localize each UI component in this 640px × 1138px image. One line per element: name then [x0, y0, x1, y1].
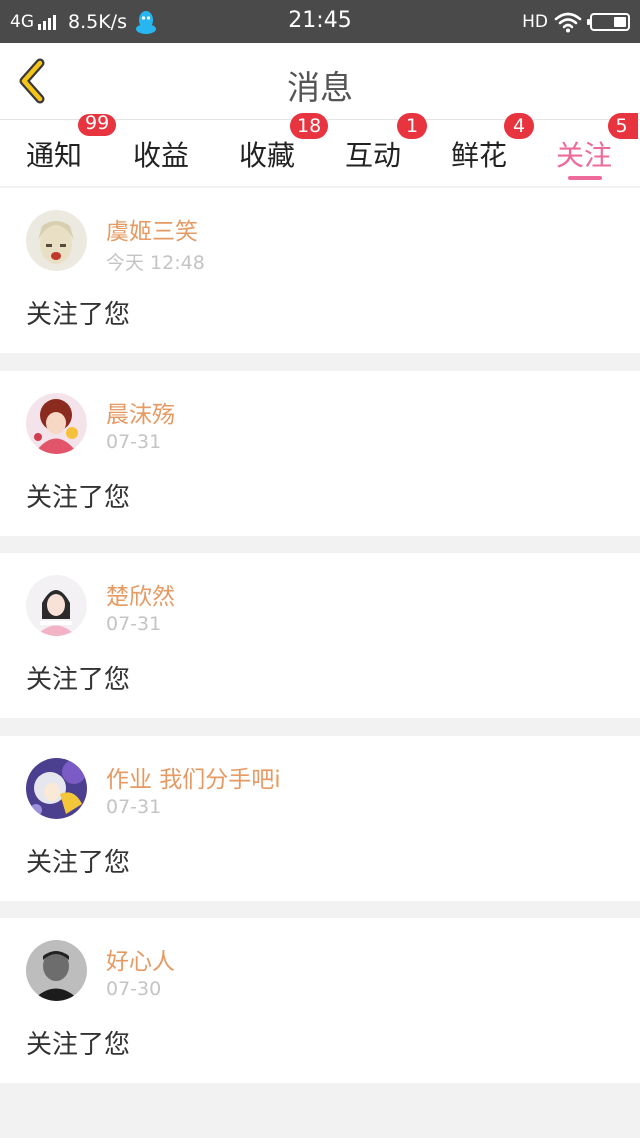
- username[interactable]: 虞姬三笑: [106, 212, 198, 246]
- avatar[interactable]: [26, 210, 87, 271]
- tab-badge-interactions: 1: [397, 113, 427, 139]
- tab-badge-flowers: 4: [504, 113, 534, 139]
- tab-interactions[interactable]: 互动: [345, 134, 401, 174]
- list-item[interactable]: 晨沫殇 07-31 关注了您: [0, 371, 640, 536]
- tab-label: 通知: [26, 139, 83, 172]
- timestamp: 07-31: [106, 796, 162, 818]
- page-title: 消息: [287, 68, 353, 107]
- tab-badge-follows: 5: [608, 113, 638, 139]
- tab-earnings[interactable]: 收益: [133, 134, 189, 174]
- list-item[interactable]: 虞姬三笑 今天 12:48 关注了您: [0, 188, 640, 353]
- avatar[interactable]: [26, 940, 87, 1001]
- active-tab-indicator: [568, 176, 602, 180]
- app-header: 消息: [0, 43, 640, 120]
- status-right: HD: [522, 10, 630, 34]
- username[interactable]: 好心人: [106, 942, 175, 976]
- username[interactable]: 晨沫殇: [106, 395, 175, 429]
- tab-label: 互动: [345, 139, 402, 172]
- battery-icon: [587, 13, 630, 31]
- tab-bar: 通知 收益 收藏 互动 鲜花 关注 99 18 1 4 5: [0, 113, 640, 186]
- message-text: 关注了您: [26, 1030, 131, 1060]
- avatar-image: [26, 940, 87, 1001]
- avatar-image: [26, 758, 87, 819]
- avatar-image: [26, 210, 87, 271]
- message-text: 关注了您: [26, 665, 131, 695]
- list-item[interactable]: 作业 我们分手吧i 07-31 关注了您: [0, 736, 640, 901]
- tab-flowers[interactable]: 鲜花: [451, 134, 507, 174]
- avatar[interactable]: [26, 393, 87, 454]
- tab-label: 收藏: [239, 139, 296, 172]
- avatar-image: [26, 393, 87, 454]
- hd-indicator: HD: [522, 12, 548, 32]
- tab-favorites[interactable]: 收藏: [239, 134, 295, 174]
- timestamp: 07-30: [106, 978, 162, 1000]
- message-text: 关注了您: [26, 483, 131, 513]
- timestamp: 07-31: [106, 613, 162, 635]
- status-bar: 4G 8.5K/s 21:45 HD: [0, 0, 640, 43]
- tab-label: 收益: [133, 139, 190, 172]
- list-item[interactable]: 楚欣然 07-31 关注了您: [0, 553, 640, 718]
- username[interactable]: 作业 我们分手吧i: [106, 760, 281, 794]
- tab-label: 鲜花: [451, 139, 508, 172]
- message-text: 关注了您: [26, 848, 131, 878]
- tab-follows[interactable]: 关注: [556, 134, 612, 174]
- tab-badge-favorites: 18: [290, 113, 329, 139]
- tab-badge-notifications: 99: [78, 114, 117, 136]
- avatar[interactable]: [26, 758, 87, 819]
- timestamp: 今天 12:48: [106, 252, 205, 274]
- tab-label: 关注: [556, 139, 613, 172]
- username[interactable]: 楚欣然: [106, 577, 175, 611]
- wifi-icon: [554, 12, 582, 33]
- avatar[interactable]: [26, 575, 87, 636]
- avatar-image: [26, 575, 87, 636]
- timestamp: 07-31: [106, 431, 162, 453]
- message-text: 关注了您: [26, 300, 131, 330]
- list-item[interactable]: 好心人 07-30 关注了您: [0, 918, 640, 1083]
- tab-notifications[interactable]: 通知: [26, 134, 82, 174]
